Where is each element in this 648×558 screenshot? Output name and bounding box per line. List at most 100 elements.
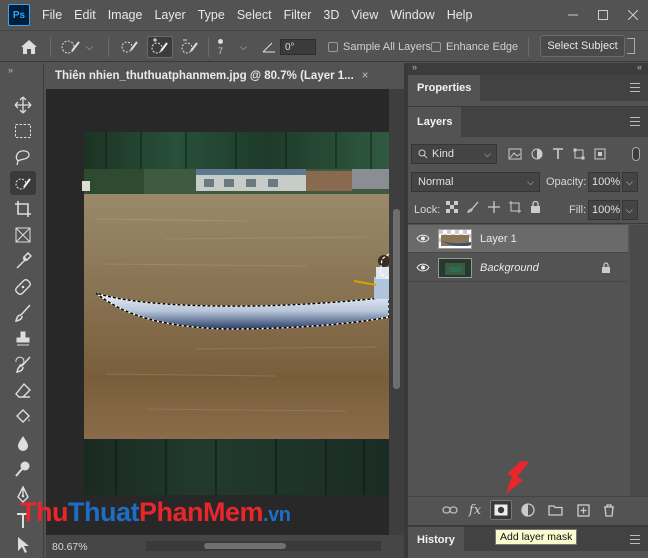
- eyedropper-tool[interactable]: [10, 249, 36, 273]
- type-filter-icon[interactable]: [552, 148, 564, 160]
- new-selection-button[interactable]: [120, 31, 140, 63]
- brush-tool[interactable]: [10, 301, 36, 325]
- visibility-toggle[interactable]: [408, 234, 438, 243]
- lock-image-icon[interactable]: [467, 201, 479, 213]
- home-button[interactable]: [20, 31, 38, 63]
- brush-picker-arrow[interactable]: ⌵: [240, 31, 247, 63]
- path-selection-tool[interactable]: [10, 533, 36, 557]
- collapse-icon[interactable]: »: [8, 65, 13, 75]
- new-layer-button[interactable]: [572, 500, 594, 520]
- brush-size-picker[interactable]: 7: [218, 31, 223, 63]
- fill-input[interactable]: 100%: [588, 200, 620, 220]
- subtract-selection-button[interactable]: [180, 31, 200, 63]
- vertical-scrollbar-thumb[interactable]: [393, 209, 400, 389]
- adjustment-layer-button[interactable]: [517, 500, 539, 520]
- fx-button[interactable]: fx: [464, 500, 486, 520]
- move-tool[interactable]: [10, 93, 36, 117]
- menu-image[interactable]: Image: [102, 8, 149, 22]
- vertical-scrollbar[interactable]: [389, 89, 404, 535]
- close-document-icon[interactable]: ×: [362, 70, 369, 82]
- collapse-icon[interactable]: »: [412, 62, 417, 72]
- lock-position-icon[interactable]: [488, 201, 500, 213]
- sample-all-layers-checkbox[interactable]: Sample All Layers: [328, 31, 431, 63]
- image-filter-icon[interactable]: [508, 148, 522, 160]
- history-brush-tool[interactable]: [10, 353, 36, 377]
- lasso-tool[interactable]: [10, 145, 36, 169]
- shape-filter-icon[interactable]: [573, 148, 585, 160]
- layer-name[interactable]: Background: [480, 262, 539, 274]
- layer-name[interactable]: Layer 1: [480, 233, 517, 245]
- canvas[interactable]: [46, 89, 389, 535]
- menu-layer[interactable]: Layer: [148, 8, 191, 22]
- tab-history[interactable]: History: [408, 527, 464, 553]
- close-button[interactable]: [618, 0, 648, 30]
- filter-toggle-icon[interactable]: [632, 147, 640, 161]
- tab-properties[interactable]: Properties: [408, 75, 481, 101]
- link-layers-button[interactable]: [439, 500, 461, 520]
- opacity-dropdown[interactable]: ⌵: [622, 172, 638, 192]
- visibility-toggle[interactable]: [408, 263, 438, 272]
- opacity-input[interactable]: 100%: [588, 172, 620, 192]
- panel-menu-icon[interactable]: [630, 83, 640, 92]
- menu-edit[interactable]: Edit: [68, 8, 102, 22]
- add-layer-mask-button[interactable]: [490, 500, 512, 520]
- paint-bucket-tool[interactable]: [10, 405, 36, 429]
- fill-dropdown[interactable]: ⌵: [622, 200, 638, 220]
- lock-artboard-icon[interactable]: [509, 201, 521, 213]
- menu-filter[interactable]: Filter: [278, 8, 318, 22]
- sample-all-layers-label: Sample All Layers: [343, 41, 432, 53]
- quick-selection-tool[interactable]: [10, 171, 36, 195]
- layer-row-layer-1[interactable]: Layer 1: [408, 225, 628, 253]
- menu-help[interactable]: Help: [441, 8, 479, 22]
- crop-tool[interactable]: [10, 197, 36, 221]
- lock-transparent-icon[interactable]: [446, 201, 458, 213]
- smart-object-filter-icon[interactable]: [594, 148, 606, 160]
- angle-input[interactable]: 0°: [280, 39, 316, 55]
- select-subject-button[interactable]: Select Subject: [540, 35, 625, 57]
- menu-view[interactable]: View: [345, 8, 384, 22]
- stamp-icon: [16, 331, 30, 346]
- menu-select[interactable]: Select: [231, 8, 278, 22]
- adjustment-filter-icon[interactable]: [531, 148, 543, 160]
- tool-preset-picker[interactable]: ⌵: [60, 31, 93, 63]
- horizontal-scrollbar[interactable]: [146, 541, 381, 551]
- menu-window[interactable]: Window: [384, 8, 440, 22]
- panel-menu-icon[interactable]: [630, 117, 640, 126]
- minimize-button[interactable]: [558, 0, 588, 30]
- add-layer-mask-tooltip: Add layer mask: [495, 529, 578, 545]
- horizontal-scrollbar-thumb[interactable]: [204, 543, 286, 549]
- tab-layers[interactable]: Layers: [408, 107, 462, 137]
- dodge-tool[interactable]: [10, 457, 36, 481]
- add-to-selection-button[interactable]: [147, 36, 173, 58]
- menu-file[interactable]: File: [36, 8, 68, 22]
- panel-toggle-icon[interactable]: [627, 38, 635, 54]
- healing-tool[interactable]: [10, 275, 36, 299]
- blur-tool[interactable]: [10, 431, 36, 455]
- menu-type[interactable]: Type: [192, 8, 231, 22]
- layers-scrollbar[interactable]: [630, 225, 648, 496]
- eraser-tool[interactable]: [10, 379, 36, 403]
- chevron-down-icon: ⌵: [484, 149, 491, 159]
- quick-selection-icon: [15, 178, 31, 190]
- new-group-button[interactable]: [544, 500, 566, 520]
- document-image: [82, 132, 389, 495]
- panel-menu-icon[interactable]: [630, 535, 640, 544]
- new-layer-icon: [576, 503, 590, 517]
- frame-tool[interactable]: [10, 223, 36, 247]
- healing-icon: [15, 279, 31, 295]
- marquee-tool[interactable]: [10, 119, 36, 143]
- lock-icon[interactable]: [530, 201, 541, 213]
- menu-3d[interactable]: 3D: [317, 8, 345, 22]
- clone-stamp-tool[interactable]: [10, 327, 36, 351]
- layer-filter-kind-select[interactable]: Kind ⌵: [411, 144, 497, 164]
- document-tab[interactable]: Thiên nhien_thuthuatphanmem.jpg @ 80.7% …: [46, 63, 368, 89]
- collapse-icon[interactable]: «: [637, 62, 642, 72]
- zoom-readout[interactable]: 80.67%: [52, 541, 88, 553]
- menu-bar: Ps File Edit Image Layer Type Select Fil…: [0, 0, 648, 30]
- layer-row-background[interactable]: Background: [408, 254, 628, 282]
- delete-layer-button[interactable]: [598, 500, 620, 520]
- enhance-edge-checkbox[interactable]: Enhance Edge: [431, 31, 518, 63]
- maximize-button[interactable]: [588, 0, 618, 30]
- watermark-part: Thuat: [67, 497, 140, 527]
- blend-mode-select[interactable]: Normal ⌵: [411, 172, 540, 192]
